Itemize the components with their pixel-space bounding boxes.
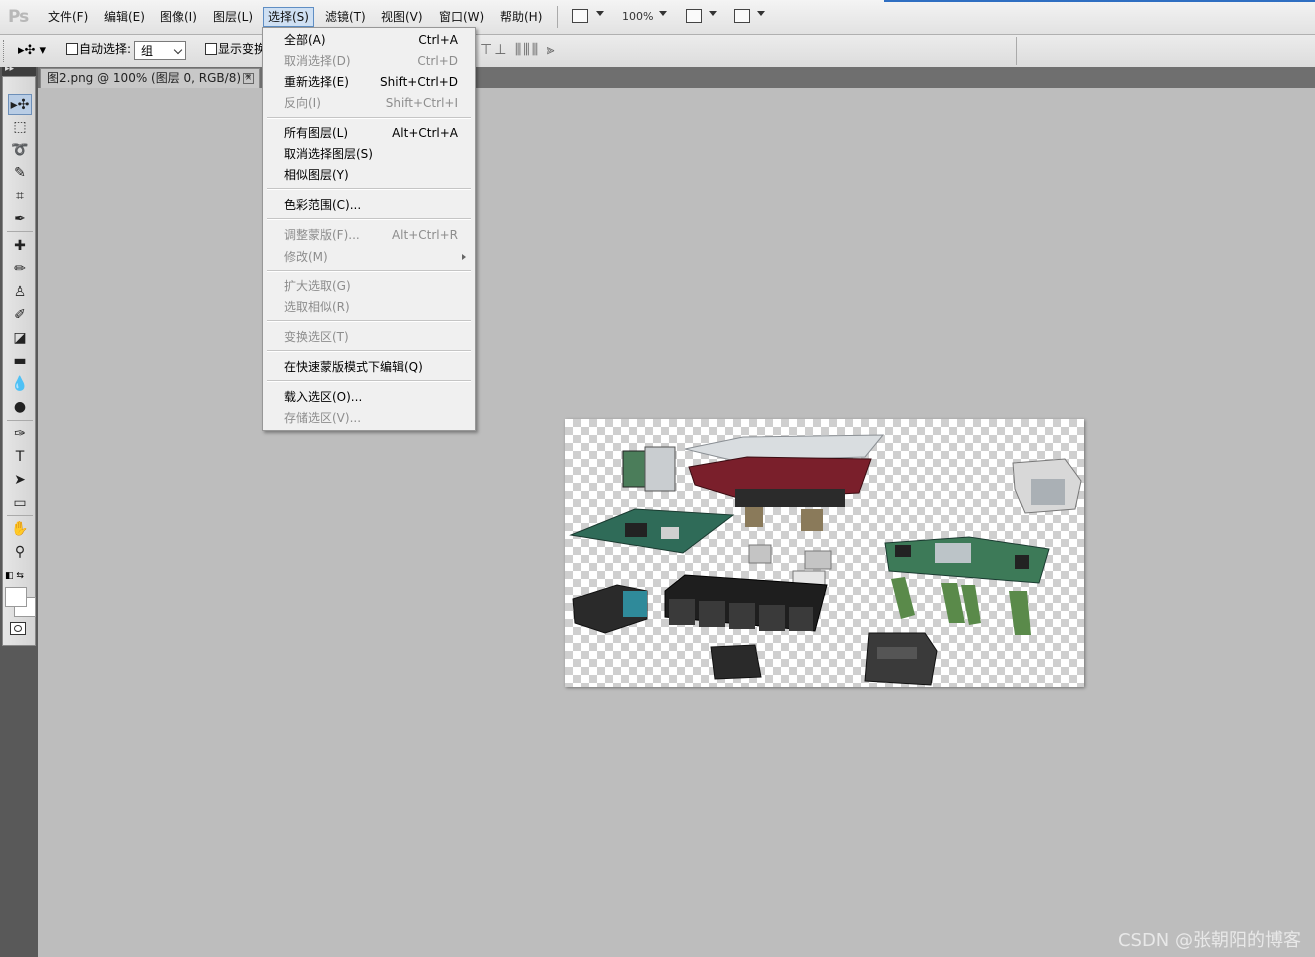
submenu-arrow-icon	[462, 254, 466, 260]
show-transform-checkbox[interactable]	[205, 43, 217, 55]
document-tab-title: 图2.png @ 100% (图层 0, RGB/8) *	[47, 71, 251, 85]
menubar-divider	[557, 6, 558, 28]
menu-window[interactable]: 窗口(W)	[435, 8, 488, 26]
canvas-image[interactable]	[565, 419, 1084, 687]
menu-item-refine-mask[interactable]: 调整蒙版(F)... Alt+Ctrl+R	[264, 225, 474, 245]
zoom-tool-icon[interactable]: ⚲	[8, 542, 32, 563]
blur-tool-icon[interactable]: 💧	[8, 374, 32, 395]
chevron-down-icon[interactable]	[757, 11, 765, 16]
move-tool-preset-icon[interactable]: ▸✣ ▾	[18, 43, 46, 58]
menu-separator	[267, 350, 471, 352]
align-icons[interactable]: ⊤⊥ ⫼⫼⫼ ⫸	[480, 42, 557, 58]
zoom-level[interactable]: 100%	[622, 10, 653, 23]
menu-help[interactable]: 帮助(H)	[496, 8, 546, 26]
document-tab[interactable]: 图2.png @ 100% (图层 0, RGB/8) * ×	[40, 68, 260, 88]
arrange-documents-icon[interactable]	[686, 9, 702, 23]
options-bar: ▸✣ ▾ 自动选择: 组 显示变换 ⊤⊥ ⫼⫼⫼ ⫸	[0, 35, 1315, 68]
quick-selection-tool-icon[interactable]: ✎	[8, 163, 32, 184]
window-title-strip	[884, 0, 1315, 2]
eyedropper-tool-icon[interactable]: ✒	[8, 209, 32, 230]
show-transform-label: 显示变换	[218, 42, 267, 56]
menu-item-similar-layers[interactable]: 相似图层(Y)	[264, 165, 474, 185]
move-tool-icon[interactable]: ▸✣	[8, 94, 32, 115]
chevron-down-icon[interactable]	[596, 11, 604, 16]
menu-separator	[267, 117, 471, 119]
menu-item-inverse[interactable]: 反向(I) Shift+Ctrl+I	[264, 93, 474, 113]
auto-select-checkbox[interactable]	[66, 43, 78, 55]
menu-file[interactable]: 文件(F)	[44, 8, 92, 26]
healing-brush-tool-icon[interactable]: ✚	[8, 236, 32, 257]
menu-item-modify[interactable]: 修改(M)	[264, 247, 474, 267]
dodge-tool-icon[interactable]: ●	[8, 397, 32, 418]
menu-item-reselect[interactable]: 重新选择(E) Shift+Ctrl+D	[264, 72, 474, 92]
options-grip[interactable]	[3, 40, 7, 62]
menu-item-transform-selection[interactable]: 变换选区(T)	[264, 327, 474, 347]
chevron-down-icon[interactable]	[709, 11, 717, 16]
default-colors-icon[interactable]: ◧ ⇆	[5, 571, 24, 581]
toolbox: ▸✣ ⬚ ➰ ✎ ⌗ ✒ ✚ ✏ ♙ ✐ ◪ ▬ 💧 ● ✑ T ➤ ▭ ✋ ⚲	[2, 76, 36, 646]
screen-mode-icon[interactable]	[734, 9, 750, 23]
menu-separator	[267, 218, 471, 220]
menu-bar: Ps 文件(F) 编辑(E) 图像(I) 图层(L) 选择(S) 滤镜(T) 视…	[0, 0, 1315, 35]
rectangle-tool-icon[interactable]: ▭	[8, 493, 32, 514]
launch-bridge-icon[interactable]	[572, 9, 588, 23]
menu-item-similar[interactable]: 选取相似(R)	[264, 297, 474, 317]
menu-separator	[267, 270, 471, 272]
menu-item-deselect[interactable]: 取消选择(D) Ctrl+D	[264, 51, 474, 71]
chevron-down-icon[interactable]	[659, 11, 667, 16]
menu-filter[interactable]: 滤镜(T)	[321, 8, 370, 26]
menu-item-select-all[interactable]: 全部(A) Ctrl+A	[264, 30, 474, 50]
menu-view[interactable]: 视图(V)	[377, 8, 427, 26]
menu-item-deselect-layers[interactable]: 取消选择图层(S)	[264, 144, 474, 164]
pen-tool-icon[interactable]: ✑	[8, 424, 32, 445]
history-brush-tool-icon[interactable]: ✐	[8, 305, 32, 326]
menu-select[interactable]: 选择(S)	[263, 7, 314, 27]
auto-select-value: 组	[141, 44, 154, 58]
menu-item-quick-mask[interactable]: 在快速蒙版模式下编辑(Q)	[264, 357, 474, 377]
path-selection-tool-icon[interactable]: ➤	[8, 470, 32, 491]
select-menu-dropdown: 全部(A) Ctrl+A 取消选择(D) Ctrl+D 重新选择(E) Shift+C…	[262, 27, 476, 431]
toolbox-header[interactable]: ▸▸	[2, 64, 36, 76]
gradient-tool-icon[interactable]: ▬	[8, 351, 32, 372]
brush-tool-icon[interactable]: ✏	[8, 259, 32, 280]
menu-image[interactable]: 图像(I)	[156, 8, 201, 26]
menu-item-all-layers[interactable]: 所有图层(L) Alt+Ctrl+A	[264, 123, 474, 143]
menu-separator	[267, 320, 471, 322]
menu-item-save-selection[interactable]: 存储选区(V)...	[264, 408, 474, 428]
close-icon[interactable]: ×	[243, 73, 254, 84]
menu-item-grow[interactable]: 扩大选取(G)	[264, 276, 474, 296]
watermark: CSDN @张朝阳的博客	[1117, 930, 1301, 951]
photoshop-logo: Ps	[8, 7, 29, 27]
clone-stamp-tool-icon[interactable]: ♙	[8, 282, 32, 303]
menu-edit[interactable]: 编辑(E)	[100, 8, 149, 26]
menu-layer[interactable]: 图层(L)	[209, 8, 257, 26]
server-parts-illustration	[569, 434, 1082, 686]
crop-tool-icon[interactable]: ⌗	[8, 186, 32, 207]
menu-separator	[267, 380, 471, 382]
auto-select-dropdown[interactable]: 组	[134, 41, 186, 60]
quick-mask-icon[interactable]	[10, 622, 26, 635]
menu-item-color-range[interactable]: 色彩范围(C)...	[264, 195, 474, 215]
eraser-tool-icon[interactable]: ◪	[8, 328, 32, 349]
foreground-color-swatch[interactable]	[5, 587, 27, 607]
chevron-down-icon	[173, 45, 183, 55]
menu-item-load-selection[interactable]: 载入选区(O)...	[264, 387, 474, 407]
auto-select-label: 自动选择:	[79, 42, 132, 56]
options-divider	[1016, 37, 1017, 65]
lasso-tool-icon[interactable]: ➰	[8, 140, 32, 161]
hand-tool-icon[interactable]: ✋	[8, 519, 32, 540]
type-tool-icon[interactable]: T	[8, 447, 32, 468]
marquee-tool-icon[interactable]: ⬚	[8, 117, 32, 138]
menu-separator	[267, 188, 471, 190]
